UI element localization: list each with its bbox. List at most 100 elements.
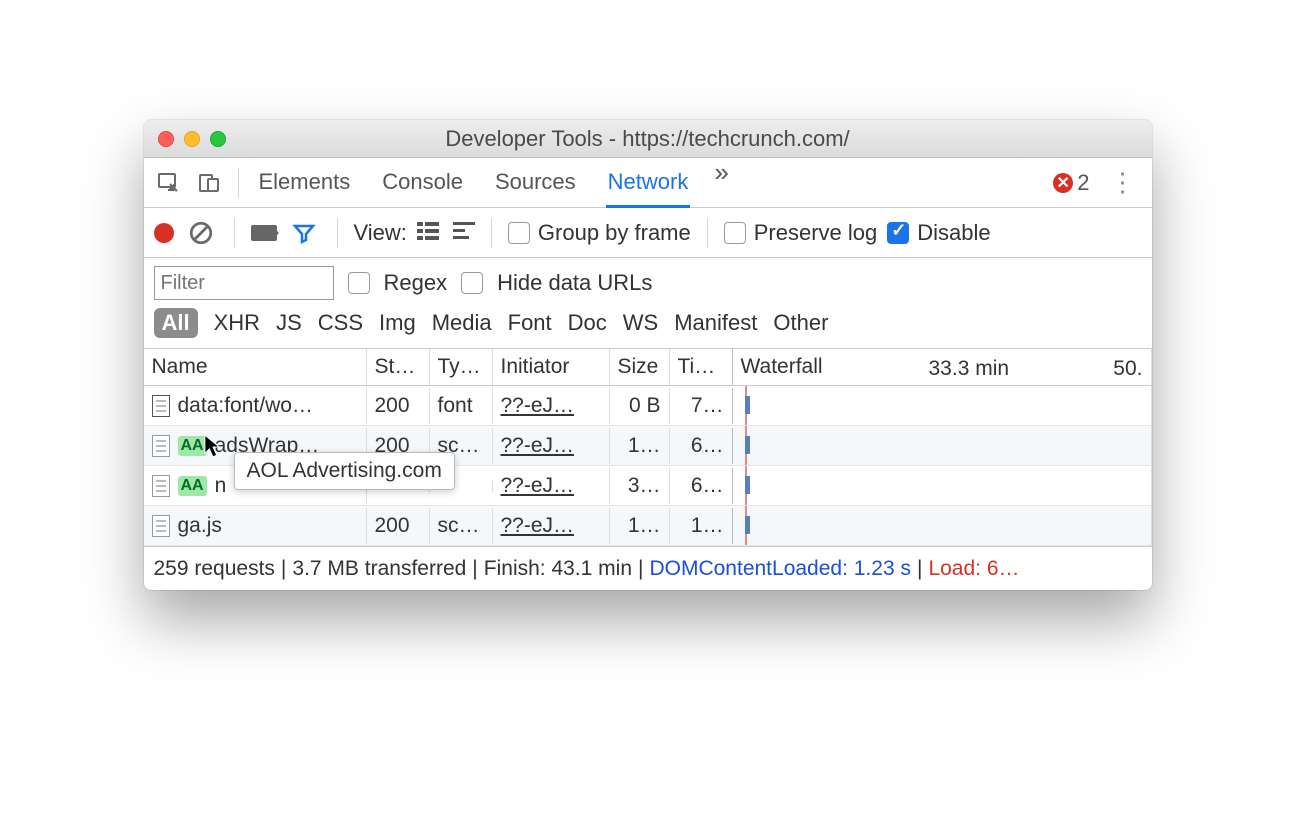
overview-icon[interactable] (453, 220, 475, 246)
ad-badge-icon: AA (178, 476, 207, 496)
request-name: n (215, 474, 227, 498)
tab-console[interactable]: Console (380, 157, 465, 208)
inspect-element-icon[interactable] (152, 166, 186, 200)
size-cell: 1… (610, 428, 670, 464)
titlebar: Developer Tools - https://techcrunch.com… (144, 120, 1152, 158)
filter-type-xhr[interactable]: XHR (214, 310, 260, 336)
status-finish: Finish: 43.1 min (484, 557, 632, 581)
error-count: 2 (1077, 170, 1089, 196)
file-icon (152, 515, 170, 537)
filter-type-doc[interactable]: Doc (568, 310, 607, 336)
separator (491, 218, 492, 248)
request-name: data:font/wo… (178, 394, 313, 418)
initiator-link[interactable]: ??-eJ… (501, 394, 575, 417)
filter-type-other[interactable]: Other (773, 310, 828, 336)
waterfall-label: Waterfall (741, 355, 823, 378)
file-icon (152, 395, 170, 417)
col-header-waterfall[interactable]: Waterfall 33.3 min 50. (733, 349, 1152, 385)
file-icon (152, 475, 170, 497)
regex-label: Regex (384, 270, 448, 296)
view-label: View: (354, 220, 407, 246)
group-by-frame-checkbox[interactable] (508, 222, 530, 244)
hide-data-urls-label: Hide data URLs (497, 270, 652, 296)
col-header-type[interactable]: Ty… (430, 349, 493, 385)
group-by-frame-label: Group by frame (538, 220, 691, 246)
waterfall-tick-2: 50. (1113, 357, 1142, 381)
waterfall-cell (733, 506, 1152, 545)
initiator-link[interactable]: ??-eJ… (501, 514, 575, 537)
filter-bar: Regex Hide data URLs All XHR JS CSS Img … (144, 258, 1152, 349)
separator (234, 218, 235, 248)
status-cell: 200 (367, 388, 430, 424)
status-domcontentloaded: DOMContentLoaded: 1.23 s (649, 557, 911, 581)
filter-type-all[interactable]: All (154, 308, 198, 338)
size-cell: 1… (610, 508, 670, 544)
filter-type-js[interactable]: JS (276, 310, 302, 336)
large-rows-icon[interactable] (417, 220, 439, 246)
status-load: Load: 6… (928, 557, 1019, 581)
network-table-body: data:font/wo… 200 font ??-eJ… 0 B 7… AA … (144, 386, 1152, 546)
waterfall-tick-1: 33.3 min (929, 357, 1010, 381)
window-title: Developer Tools - https://techcrunch.com… (144, 126, 1152, 152)
record-button[interactable] (154, 223, 174, 243)
status-requests: 259 requests (154, 557, 275, 581)
preserve-log-checkbox[interactable] (724, 222, 746, 244)
main-tabstrip: Elements Console Sources Network » ✕ 2 ⋮ (144, 158, 1152, 208)
size-cell: 3… (610, 468, 670, 504)
filter-type-manifest[interactable]: Manifest (674, 310, 757, 336)
time-cell: 1… (670, 508, 733, 544)
separator (707, 218, 708, 248)
tab-sources[interactable]: Sources (493, 157, 578, 208)
tab-network[interactable]: Network (606, 157, 691, 208)
settings-menu-icon[interactable]: ⋮ (1102, 167, 1144, 198)
filter-type-font[interactable]: Font (508, 310, 552, 336)
ad-badge-icon: AA (178, 436, 207, 456)
table-row[interactable]: ga.js 200 sc… ??-eJ… 1… 1… (144, 506, 1152, 546)
filter-toggle-icon[interactable] (287, 216, 321, 250)
disable-cache-checkbox[interactable] (887, 222, 909, 244)
status-transferred: 3.7 MB transferred (292, 557, 466, 581)
col-header-size[interactable]: Size (610, 349, 670, 385)
error-icon: ✕ (1053, 173, 1073, 193)
waterfall-cell (733, 426, 1152, 465)
initiator-link[interactable]: ??-eJ… (501, 434, 575, 457)
waterfall-cell (733, 466, 1152, 505)
hide-data-urls-checkbox[interactable] (461, 272, 483, 294)
filter-type-ws[interactable]: WS (623, 310, 658, 336)
filter-input[interactable] (154, 266, 334, 300)
error-count-badge[interactable]: ✕ 2 (1053, 170, 1089, 196)
initiator-link[interactable]: ??-eJ… (501, 474, 575, 497)
hover-tooltip: AOL Advertising.com (234, 452, 455, 490)
file-icon (152, 435, 170, 457)
tabs-overflow-icon[interactable]: » (714, 157, 728, 208)
regex-checkbox[interactable] (348, 272, 370, 294)
filter-type-css[interactable]: CSS (318, 310, 363, 336)
disable-cache-label: Disable (917, 220, 990, 246)
filter-type-img[interactable]: Img (379, 310, 416, 336)
type-cell: sc… (430, 508, 493, 544)
col-header-time[interactable]: Ti… (670, 349, 733, 385)
device-toggle-icon[interactable] (192, 166, 226, 200)
panel-tabs: Elements Console Sources Network » (257, 157, 1048, 208)
preserve-log-label: Preserve log (754, 220, 878, 246)
type-cell: font (430, 388, 493, 424)
separator (337, 218, 338, 248)
status-bar: 259 requests | 3.7 MB transferred | Fini… (144, 546, 1152, 590)
network-table-header: Name St… Ty… Initiator Size Ti… Waterfal… (144, 349, 1152, 386)
network-toolbar: View: Group by frame Preserve log Disabl… (144, 208, 1152, 258)
col-header-name[interactable]: Name (144, 349, 367, 385)
devtools-window: Developer Tools - https://techcrunch.com… (144, 120, 1152, 590)
type-filter-row: All XHR JS CSS Img Media Font Doc WS Man… (154, 308, 1142, 344)
col-header-status[interactable]: St… (367, 349, 430, 385)
status-cell: 200 (367, 508, 430, 544)
filter-type-media[interactable]: Media (432, 310, 492, 336)
col-header-initiator[interactable]: Initiator (493, 349, 610, 385)
request-name: ga.js (178, 514, 222, 538)
clear-button-icon[interactable] (184, 216, 218, 250)
time-cell: 6… (670, 468, 733, 504)
tab-elements[interactable]: Elements (257, 157, 353, 208)
size-cell: 0 B (610, 388, 670, 424)
screenshot-icon[interactable] (251, 225, 277, 241)
time-cell: 7… (670, 388, 733, 424)
table-row[interactable]: data:font/wo… 200 font ??-eJ… 0 B 7… (144, 386, 1152, 426)
